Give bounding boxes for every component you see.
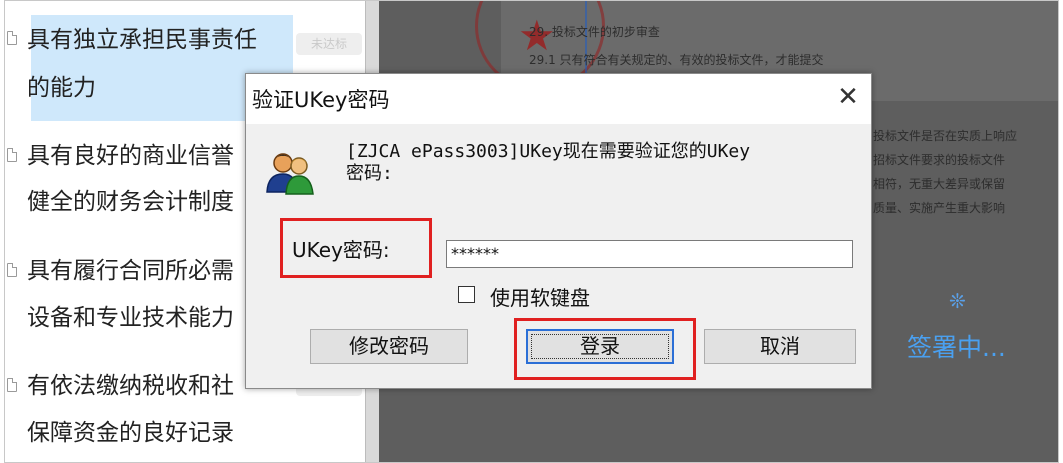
list-item-line1: 具有独立承担民事责任 <box>27 27 257 53</box>
list-item-line2: 健全的财务会计制度 <box>27 189 234 215</box>
status-badge: 未达标 <box>296 33 362 55</box>
password-input[interactable]: ****** <box>446 240 853 268</box>
focus-outline <box>531 334 669 359</box>
login-button[interactable]: 登录 <box>526 329 674 364</box>
list-item-line2: 的能力 <box>27 75 96 101</box>
doc-heading: 29. 投标文件的初步审查 <box>529 25 660 39</box>
document-icon <box>7 378 17 392</box>
doc-text-line: 相符，无重大差异或保留 <box>873 177 1006 191</box>
soft-keyboard-checkbox[interactable] <box>458 286 475 303</box>
message-line1: [ZJCA ePass3003]UKey现在需要验证您的UKey <box>346 141 751 162</box>
signing-status: 签署中... <box>907 333 1006 362</box>
dialog-titlebar[interactable]: 验证UKey密码 ✕ <box>246 74 871 124</box>
cancel-button[interactable]: 取消 <box>704 329 856 364</box>
dialog-message: [ZJCA ePass3003]UKey现在需要验证您的UKey 密码: <box>346 141 866 185</box>
list-item-line1: 具有良好的商业信誉 <box>27 143 234 169</box>
password-label: UKey密码: <box>292 238 390 262</box>
doc-text-line: 招标文件要求的投标文件 <box>873 153 1006 167</box>
document-icon <box>7 263 17 277</box>
doc-text-line: 29.1 只有符合有关规定的、有效的投标文件，才能提交 <box>529 53 824 67</box>
document-icon <box>7 31 17 45</box>
close-icon[interactable]: ✕ <box>833 82 863 112</box>
users-icon <box>266 153 314 195</box>
list-item-line1: 有依法缴纳税收和社 <box>27 373 234 399</box>
doc-text-line: 投标文件是否在实质上响应 <box>873 129 1018 143</box>
doc-text-line: 质量、实施产生重大影响 <box>873 201 1006 215</box>
spinner-icon: ❊ <box>949 289 966 313</box>
change-password-button[interactable]: 修改密码 <box>310 329 468 364</box>
dialog-title: 验证UKey密码 <box>252 88 390 112</box>
list-item-line1: 具有履行合同所必需 <box>27 258 234 284</box>
document-icon <box>7 148 17 162</box>
window-frame: 具有独立承担民事责任 的能力 未达标 具有良好的商业信誉 健全的财务会计制度 具… <box>4 0 1059 463</box>
soft-keyboard-label[interactable]: 使用软键盘 <box>490 282 590 311</box>
list-item-line2: 保障资金的良好记录 <box>27 420 234 446</box>
message-line2: 密码: <box>346 163 393 184</box>
list-item-line2: 设备和专业技术能力 <box>27 305 234 331</box>
ukey-password-dialog: 验证UKey密码 ✕ [ZJCA ePass3003]UKey现在需要验证您的U… <box>245 73 872 389</box>
